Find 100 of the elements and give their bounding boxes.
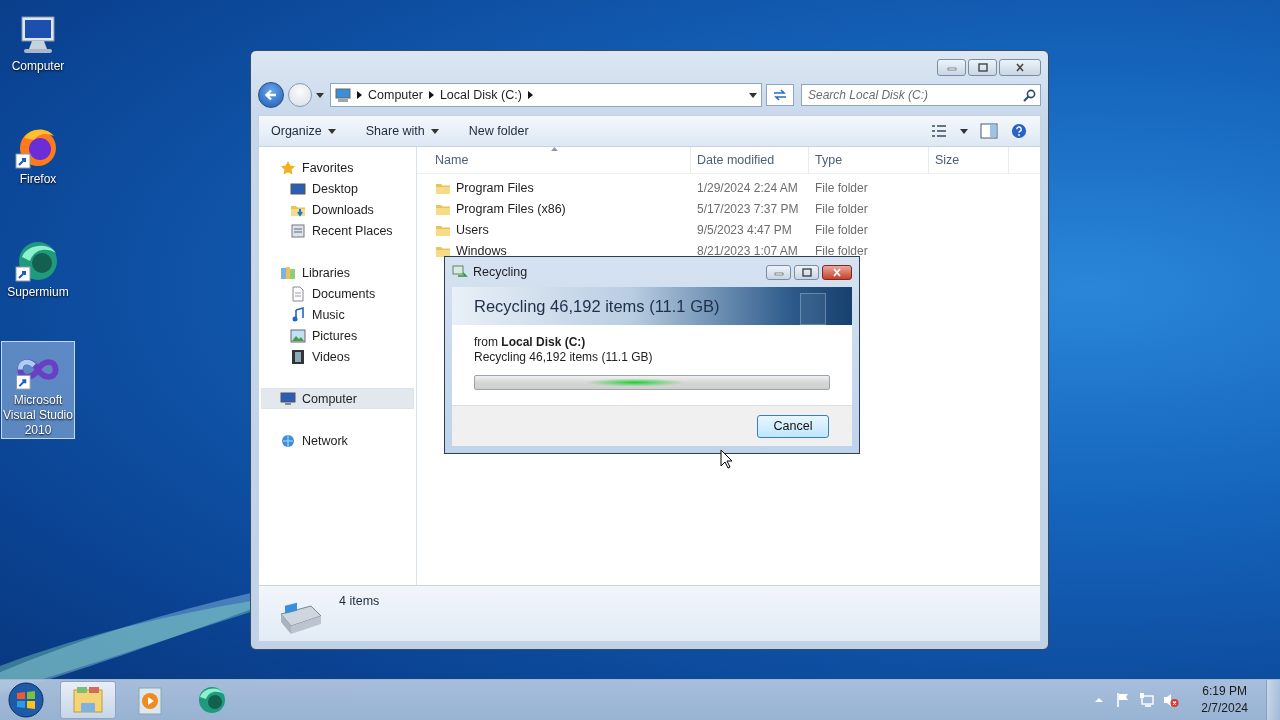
breadcrumb[interactable]: Computer: [368, 88, 423, 102]
shortcut-label: Firefox: [18, 172, 58, 187]
toolbar-button[interactable]: New folder: [468, 124, 529, 138]
nav-item[interactable]: Videos: [261, 346, 414, 367]
library-icon: [280, 264, 296, 281]
cursor-icon: [720, 449, 734, 469]
nav-item[interactable]: Music: [261, 304, 414, 325]
minimize-button[interactable]: [937, 58, 966, 76]
nav-item[interactable]: Favorites: [261, 157, 414, 178]
nav-label: Desktop: [312, 181, 358, 196]
address-bar[interactable]: Computer Local Disk (C:): [330, 83, 762, 107]
nav-label: Documents: [312, 286, 376, 301]
desktop-icon: [290, 180, 306, 197]
cancel-button[interactable]: Cancel: [757, 414, 829, 438]
maximize-button[interactable]: [794, 264, 819, 280]
minimize-button[interactable]: [766, 264, 791, 280]
item-count: 4 items: [339, 594, 380, 608]
column-header[interactable]: Date modified: [691, 147, 809, 173]
nav-label: Music: [312, 307, 345, 322]
nav-item[interactable]: Computer: [261, 388, 414, 409]
close-button[interactable]: [822, 264, 852, 280]
network-icon[interactable]: [1139, 692, 1156, 708]
film-icon: [290, 348, 306, 365]
column-header[interactable]: Name: [417, 147, 691, 173]
search-icon: [1023, 89, 1036, 102]
table-cell-text: 9/5/2023 4:47 PM: [696, 222, 793, 237]
caret-icon: [316, 92, 324, 98]
speaker-muted-icon[interactable]: [1163, 692, 1180, 708]
nav-label: Network: [302, 433, 348, 448]
file-name[interactable]: Users: [456, 222, 489, 237]
source-text: from Local Disk (C:): [474, 335, 587, 350]
clock-date: 2/7/2024: [1201, 700, 1248, 717]
column-header[interactable]: Type: [809, 147, 929, 173]
file-name[interactable]: Program Files (x86): [456, 201, 566, 216]
breadcrumb[interactable]: Local Disk (C:): [439, 88, 522, 102]
music-icon: [290, 306, 306, 323]
computer-icon: [335, 87, 351, 103]
close-icon: [1015, 62, 1025, 72]
desktop-shortcut[interactable]: Microsoft Visual Studio 2010: [1, 341, 75, 439]
table-cell-text: File folder: [814, 222, 869, 237]
maximize-icon: [977, 62, 988, 72]
recent-places-icon: [290, 222, 306, 239]
nav-label: Downloads: [312, 202, 374, 217]
table-cell-text: 5/17/2023 7:37 PM: [696, 201, 800, 216]
nav-item[interactable]: Downloads: [261, 199, 414, 220]
chevron-icon: [357, 91, 362, 99]
start-button[interactable]: [6, 680, 46, 720]
star-icon: [280, 159, 296, 176]
shortcut-label: Supermium: [6, 285, 70, 300]
preview-pane-icon[interactable]: [980, 123, 998, 139]
help-icon[interactable]: [1010, 123, 1028, 139]
nav-label: Computer: [302, 391, 357, 406]
taskbar-button[interactable]: [60, 681, 116, 719]
shortcut-label: Microsoft Visual Studio 2010: [2, 393, 74, 438]
glass-panel: [800, 293, 826, 325]
table-cell-text: 8/21/2023 1:07 AM: [696, 243, 799, 258]
computer-icon: [280, 390, 296, 407]
toolbar-button[interactable]: Share with: [365, 124, 439, 138]
maximize-icon: [801, 267, 812, 277]
close-icon: [832, 267, 842, 277]
caret-icon: [327, 128, 336, 134]
folder-icon: [71, 684, 105, 716]
search-field[interactable]: Search Local Disk (C:): [801, 84, 1041, 106]
status-text: Recycling 46,192 items (11.1 GB): [474, 350, 654, 365]
nav-label: Libraries: [302, 265, 350, 280]
desktop-shortcut[interactable]: Computer: [1, 6, 75, 119]
nav-label: Favorites: [302, 160, 354, 175]
caret-icon: [430, 128, 439, 134]
column-header[interactable]: Size: [929, 147, 1009, 173]
caret-icon: [960, 128, 968, 134]
clock[interactable]: 6:19 PM 2/7/2024: [1197, 683, 1252, 717]
nav-item[interactable]: Documents: [261, 283, 414, 304]
clock-time: 6:19 PM: [1202, 683, 1247, 700]
shortcut-label: Computer: [10, 59, 66, 74]
nav-item[interactable]: Recent Places: [261, 220, 414, 241]
drive-icon: [277, 600, 323, 636]
back-button[interactable]: [258, 82, 284, 108]
table-cell-text: File folder: [814, 180, 869, 195]
chevron-icon: [428, 91, 434, 99]
show-desktop-button[interactable]: [1266, 680, 1280, 720]
nav-item[interactable]: Pictures: [261, 325, 414, 346]
file-name[interactable]: Program Files: [456, 180, 534, 195]
toolbar-button[interactable]: Organize: [271, 124, 336, 138]
file-name[interactable]: Windows: [456, 243, 507, 258]
sort-arrow-icon: [550, 147, 558, 151]
maximize-button[interactable]: [968, 58, 997, 76]
document-icon: [290, 285, 306, 302]
nav-label: Recent Places: [312, 223, 393, 238]
nav-item[interactable]: Desktop: [261, 178, 414, 199]
view-options-icon[interactable]: [930, 123, 948, 139]
refresh-icon: [772, 88, 788, 102]
dialog-heading: Recycling 46,192 items (11.1 GB): [474, 296, 720, 316]
close-button[interactable]: [999, 58, 1041, 76]
refresh-button[interactable]: [766, 84, 794, 106]
desktop-shortcut[interactable]: Firefox: [1, 119, 75, 232]
nav-item[interactable]: Network: [261, 430, 414, 451]
nav-item[interactable]: Libraries: [261, 262, 414, 283]
nav-label: Pictures: [312, 328, 358, 343]
back-arrow-icon: [264, 88, 278, 102]
nav-label: Videos: [312, 349, 350, 364]
